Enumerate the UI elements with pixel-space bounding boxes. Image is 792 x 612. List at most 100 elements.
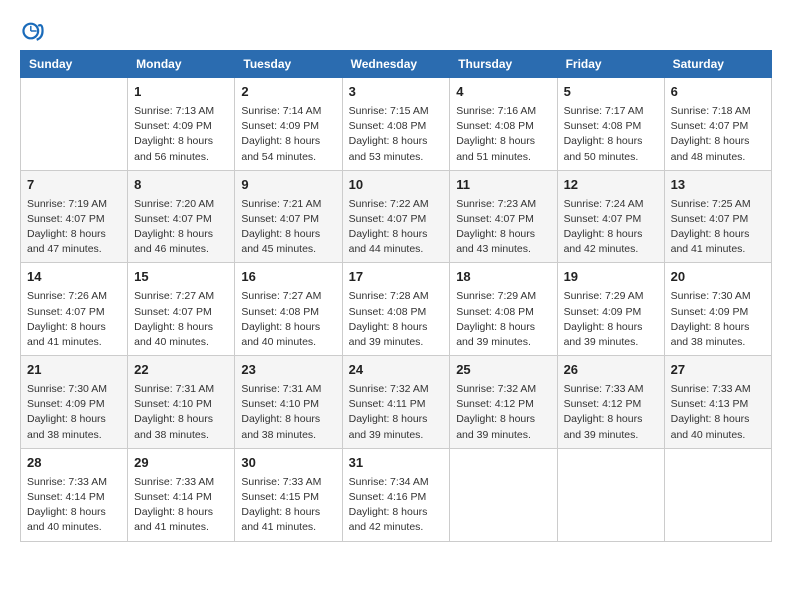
day-number: 19 xyxy=(564,268,658,287)
day-info: Sunrise: 7:33 AM Sunset: 4:15 PM Dayligh… xyxy=(241,475,335,536)
column-header-sunday: Sunday xyxy=(21,51,128,78)
day-info: Sunrise: 7:19 AM Sunset: 4:07 PM Dayligh… xyxy=(27,197,121,258)
day-info: Sunrise: 7:16 AM Sunset: 4:08 PM Dayligh… xyxy=(456,104,550,165)
day-number: 8 xyxy=(134,176,228,195)
day-number: 15 xyxy=(134,268,228,287)
day-info: Sunrise: 7:30 AM Sunset: 4:09 PM Dayligh… xyxy=(671,289,765,350)
calendar-cell: 16 Sunrise: 7:27 AM Sunset: 4:08 PM Dayli… xyxy=(235,263,342,356)
day-number: 13 xyxy=(671,176,765,195)
day-number: 25 xyxy=(456,361,550,380)
day-info: Sunrise: 7:23 AM Sunset: 4:07 PM Dayligh… xyxy=(456,197,550,258)
day-info: Sunrise: 7:28 AM Sunset: 4:08 PM Dayligh… xyxy=(349,289,444,350)
calendar-cell: 7 Sunrise: 7:19 AM Sunset: 4:07 PM Daylig… xyxy=(21,170,128,263)
calendar-cell: 15 Sunrise: 7:27 AM Sunset: 4:07 PM Dayli… xyxy=(128,263,235,356)
calendar-cell: 27Sunrise: 7:33 AM Sunset: 4:13 PM Dayli… xyxy=(664,356,771,449)
column-header-wednesday: Wednesday xyxy=(342,51,450,78)
day-info: Sunrise: 7:18 AM Sunset: 4:07 PM Dayligh… xyxy=(671,104,765,165)
day-info: Sunrise: 7:33 AM Sunset: 4:12 PM Dayligh… xyxy=(564,382,658,443)
day-info: Sunrise: 7:20 AM Sunset: 4:07 PM Dayligh… xyxy=(134,197,228,258)
day-info: Sunrise: 7:32 AM Sunset: 4:12 PM Dayligh… xyxy=(456,382,550,443)
day-number: 22 xyxy=(134,361,228,380)
day-number: 29 xyxy=(134,454,228,473)
calendar-cell: 4 Sunrise: 7:16 AM Sunset: 4:08 PM Daylig… xyxy=(450,78,557,171)
day-number: 14 xyxy=(27,268,121,287)
calendar-cell: 29 Sunrise: 7:33 AM Sunset: 4:14 PM Dayli… xyxy=(128,448,235,541)
calendar-cell: 9 Sunrise: 7:21 AM Sunset: 4:07 PM Daylig… xyxy=(235,170,342,263)
calendar-cell xyxy=(557,448,664,541)
day-info: Sunrise: 7:30 AM Sunset: 4:09 PM Dayligh… xyxy=(27,382,121,443)
day-number: 7 xyxy=(27,176,121,195)
day-info: Sunrise: 7:33 AM Sunset: 4:14 PM Dayligh… xyxy=(27,475,121,536)
day-number: 21 xyxy=(27,361,121,380)
calendar-cell: 6 Sunrise: 7:18 AM Sunset: 4:07 PM Daylig… xyxy=(664,78,771,171)
day-number: 26 xyxy=(564,361,658,380)
calendar-week-row: 21 Sunrise: 7:30 AM Sunset: 4:09 PM Dayli… xyxy=(21,356,772,449)
day-info: Sunrise: 7:31 AM Sunset: 4:10 PM Dayligh… xyxy=(241,382,335,443)
calendar-cell: 11Sunrise: 7:23 AM Sunset: 4:07 PM Dayli… xyxy=(450,170,557,263)
calendar-week-row: 1 Sunrise: 7:13 AM Sunset: 4:09 PM Daylig… xyxy=(21,78,772,171)
day-info: Sunrise: 7:22 AM Sunset: 4:07 PM Dayligh… xyxy=(349,197,444,258)
day-info: Sunrise: 7:13 AM Sunset: 4:09 PM Dayligh… xyxy=(134,104,228,165)
calendar-cell: 26 Sunrise: 7:33 AM Sunset: 4:12 PM Dayli… xyxy=(557,356,664,449)
calendar-cell xyxy=(21,78,128,171)
calendar-week-row: 14 Sunrise: 7:26 AM Sunset: 4:07 PM Dayli… xyxy=(21,263,772,356)
day-info: Sunrise: 7:21 AM Sunset: 4:07 PM Dayligh… xyxy=(241,197,335,258)
day-number: 9 xyxy=(241,176,335,195)
calendar-cell: 12 Sunrise: 7:24 AM Sunset: 4:07 PM Dayli… xyxy=(557,170,664,263)
calendar-cell: 20 Sunrise: 7:30 AM Sunset: 4:09 PM Dayli… xyxy=(664,263,771,356)
calendar-cell: 10 Sunrise: 7:22 AM Sunset: 4:07 PM Dayli… xyxy=(342,170,450,263)
calendar-cell: 2 Sunrise: 7:14 AM Sunset: 4:09 PM Daylig… xyxy=(235,78,342,171)
day-info: Sunrise: 7:27 AM Sunset: 4:08 PM Dayligh… xyxy=(241,289,335,350)
day-number: 6 xyxy=(671,83,765,102)
column-header-tuesday: Tuesday xyxy=(235,51,342,78)
day-info: Sunrise: 7:24 AM Sunset: 4:07 PM Dayligh… xyxy=(564,197,658,258)
calendar-cell: 23Sunrise: 7:31 AM Sunset: 4:10 PM Dayli… xyxy=(235,356,342,449)
day-number: 12 xyxy=(564,176,658,195)
column-header-friday: Friday xyxy=(557,51,664,78)
day-number: 28 xyxy=(27,454,121,473)
day-info: Sunrise: 7:29 AM Sunset: 4:09 PM Dayligh… xyxy=(564,289,658,350)
day-info: Sunrise: 7:27 AM Sunset: 4:07 PM Dayligh… xyxy=(134,289,228,350)
calendar-cell: 8 Sunrise: 7:20 AM Sunset: 4:07 PM Daylig… xyxy=(128,170,235,263)
calendar-cell: 21 Sunrise: 7:30 AM Sunset: 4:09 PM Dayli… xyxy=(21,356,128,449)
column-header-saturday: Saturday xyxy=(664,51,771,78)
day-info: Sunrise: 7:26 AM Sunset: 4:07 PM Dayligh… xyxy=(27,289,121,350)
calendar-week-row: 7 Sunrise: 7:19 AM Sunset: 4:07 PM Daylig… xyxy=(21,170,772,263)
calendar-cell: 1 Sunrise: 7:13 AM Sunset: 4:09 PM Daylig… xyxy=(128,78,235,171)
day-info: Sunrise: 7:33 AM Sunset: 4:13 PM Dayligh… xyxy=(671,382,765,443)
calendar-cell: 19 Sunrise: 7:29 AM Sunset: 4:09 PM Dayli… xyxy=(557,263,664,356)
calendar-cell: 5 Sunrise: 7:17 AM Sunset: 4:08 PM Daylig… xyxy=(557,78,664,171)
calendar-cell: 14 Sunrise: 7:26 AM Sunset: 4:07 PM Dayli… xyxy=(21,263,128,356)
day-info: Sunrise: 7:31 AM Sunset: 4:10 PM Dayligh… xyxy=(134,382,228,443)
calendar-cell xyxy=(664,448,771,541)
day-number: 1 xyxy=(134,83,228,102)
day-number: 3 xyxy=(349,83,444,102)
day-number: 31 xyxy=(349,454,444,473)
calendar-cell: 18 Sunrise: 7:29 AM Sunset: 4:08 PM Dayli… xyxy=(450,263,557,356)
logo xyxy=(20,20,44,42)
day-info: Sunrise: 7:14 AM Sunset: 4:09 PM Dayligh… xyxy=(241,104,335,165)
calendar-cell: 31Sunrise: 7:34 AM Sunset: 4:16 PM Dayli… xyxy=(342,448,450,541)
day-number: 10 xyxy=(349,176,444,195)
day-number: 4 xyxy=(456,83,550,102)
day-number: 5 xyxy=(564,83,658,102)
calendar-cell: 22 Sunrise: 7:31 AM Sunset: 4:10 PM Dayli… xyxy=(128,356,235,449)
calendar-cell: 3Sunrise: 7:15 AM Sunset: 4:08 PM Daylig… xyxy=(342,78,450,171)
calendar-cell xyxy=(450,448,557,541)
day-number: 16 xyxy=(241,268,335,287)
day-info: Sunrise: 7:17 AM Sunset: 4:08 PM Dayligh… xyxy=(564,104,658,165)
calendar-table: SundayMondayTuesdayWednesdayThursdayFrid… xyxy=(20,50,772,542)
calendar-week-row: 28 Sunrise: 7:33 AM Sunset: 4:14 PM Dayli… xyxy=(21,448,772,541)
day-info: Sunrise: 7:29 AM Sunset: 4:08 PM Dayligh… xyxy=(456,289,550,350)
day-number: 24 xyxy=(349,361,444,380)
calendar-cell: 24 Sunrise: 7:32 AM Sunset: 4:11 PM Dayli… xyxy=(342,356,450,449)
calendar-cell: 13Sunrise: 7:25 AM Sunset: 4:07 PM Dayli… xyxy=(664,170,771,263)
day-number: 2 xyxy=(241,83,335,102)
column-header-monday: Monday xyxy=(128,51,235,78)
calendar-cell: 28 Sunrise: 7:33 AM Sunset: 4:14 PM Dayli… xyxy=(21,448,128,541)
day-info: Sunrise: 7:33 AM Sunset: 4:14 PM Dayligh… xyxy=(134,475,228,536)
day-number: 18 xyxy=(456,268,550,287)
calendar-cell: 30Sunrise: 7:33 AM Sunset: 4:15 PM Dayli… xyxy=(235,448,342,541)
day-info: Sunrise: 7:32 AM Sunset: 4:11 PM Dayligh… xyxy=(349,382,444,443)
day-number: 20 xyxy=(671,268,765,287)
